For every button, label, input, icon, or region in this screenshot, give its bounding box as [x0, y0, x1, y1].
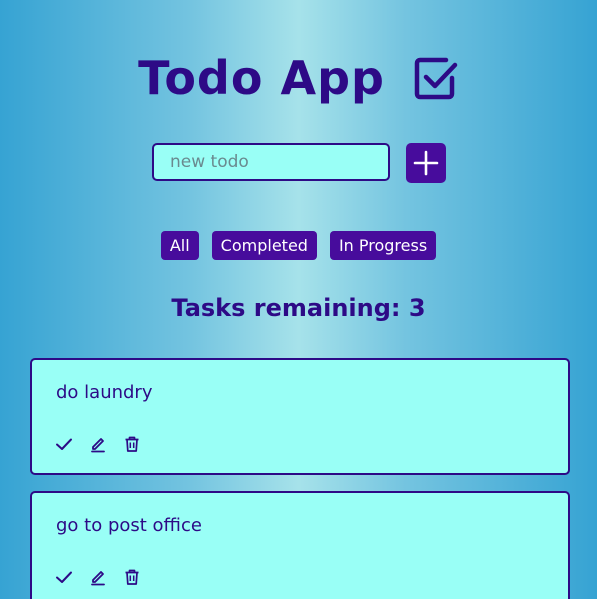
todo-actions	[54, 434, 142, 454]
add-todo-form	[152, 143, 446, 183]
delete-button[interactable]	[122, 434, 142, 454]
check-icon	[56, 438, 72, 450]
page-title: Todo App	[138, 51, 385, 105]
edit-button[interactable]	[88, 567, 108, 587]
trash-icon	[125, 436, 139, 452]
edit-icon	[91, 571, 105, 586]
todo-list: do laundry go to post office	[30, 358, 570, 599]
todo-app: Todo App All Completed In Progress Tasks…	[0, 0, 597, 599]
edit-icon	[91, 438, 105, 453]
check-icon	[56, 571, 72, 583]
delete-button[interactable]	[122, 567, 142, 587]
todo-text: do laundry	[56, 382, 153, 403]
filter-all-button[interactable]: All	[160, 231, 199, 260]
complete-button[interactable]	[54, 434, 74, 454]
add-todo-button[interactable]	[406, 143, 446, 183]
todo-text: go to post office	[56, 515, 202, 536]
edit-button[interactable]	[88, 434, 108, 454]
tasks-remaining: Tasks remaining: 3	[171, 294, 426, 322]
new-todo-input[interactable]	[152, 143, 390, 181]
todo-item: go to post office	[30, 491, 570, 599]
header: Todo App	[0, 50, 597, 106]
checkbox-icon	[414, 57, 458, 100]
filter-bar: All Completed In Progress	[0, 231, 597, 260]
filter-completed-button[interactable]: Completed	[211, 231, 317, 260]
todo-item: do laundry	[30, 358, 570, 475]
complete-button[interactable]	[54, 567, 74, 587]
filter-in-progress-button[interactable]: In Progress	[329, 231, 437, 260]
plus-icon	[413, 150, 439, 176]
trash-icon	[125, 569, 139, 585]
todo-actions	[54, 567, 142, 587]
